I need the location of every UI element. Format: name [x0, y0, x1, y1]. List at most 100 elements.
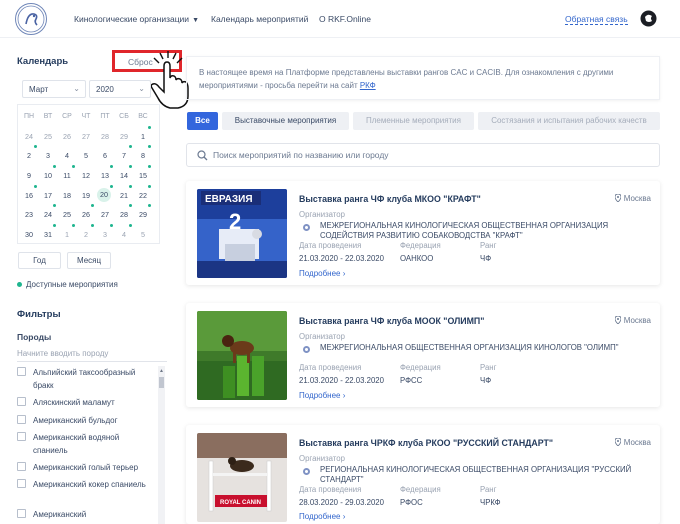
calendar-day[interactable]: 18 [59, 191, 75, 200]
calendar-day[interactable]: 21 [116, 191, 132, 200]
organizer-name[interactable]: МЕЖРЕГИОНАЛЬНАЯ ОБЩЕСТВЕННАЯ ОРГАНИЗАЦИЯ… [320, 343, 640, 353]
tab-shows[interactable]: Выставочные мероприятия [222, 112, 349, 130]
checkbox[interactable] [17, 415, 26, 424]
event-title[interactable]: Выставка ранга ЧРКФ клуба РКОО "РУССКИЙ … [299, 438, 553, 448]
tab-working-trials[interactable]: Состязания и испытания рабочих качеств [478, 112, 660, 130]
checkbox[interactable] [17, 432, 26, 441]
event-city: Москва [614, 194, 651, 203]
calendar-day[interactable]: 14 [116, 171, 132, 180]
checkbox[interactable] [17, 462, 26, 471]
rank-label: Ранг [480, 485, 497, 494]
calendar-day[interactable]: 12 [78, 171, 94, 180]
calendar-day[interactable]: 5 [78, 151, 94, 160]
calendar-day[interactable]: 27 [78, 132, 94, 141]
event-title[interactable]: Выставка ранга ЧФ клуба МКОО "КРАФТ" [299, 194, 481, 204]
top-header: Кинологические организации ▼ Календарь ме… [0, 0, 680, 38]
calendar-day[interactable]: 25 [59, 210, 75, 219]
calendar-day[interactable]: 24 [40, 210, 56, 219]
details-link[interactable]: Подробнее › [299, 269, 345, 278]
calendar-day[interactable]: 13 [97, 171, 113, 180]
calendar-day[interactable]: 26 [78, 210, 94, 219]
event-indicator-dot [148, 185, 151, 188]
calendar-day[interactable]: 6 [97, 151, 113, 160]
calendar-day[interactable]: 4 [116, 230, 132, 239]
calendar-day[interactable]: 16 [21, 191, 37, 200]
calendar-day[interactable]: 17 [40, 191, 56, 200]
calendar-day[interactable]: 3 [40, 151, 56, 160]
calendar-day-today[interactable]: 20 [97, 188, 111, 202]
nav-about-rkf[interactable]: О RKF.Online [319, 14, 371, 24]
calendar-day[interactable]: 9 [21, 171, 37, 180]
details-link[interactable]: Подробнее › [299, 512, 345, 521]
rkf-site-link[interactable]: РКФ [360, 81, 376, 90]
calendar-day[interactable]: 3 [97, 230, 113, 239]
calendar-day[interactable]: 4 [59, 151, 75, 160]
organizer-name[interactable]: РЕГИОНАЛЬНАЯ КИНОЛОГИЧЕСКАЯ ОБЩЕСТВЕННАЯ… [320, 465, 640, 485]
checkbox[interactable] [17, 397, 26, 406]
event-indicator-dot [72, 165, 75, 168]
month-select[interactable]: Март ⌄ [22, 80, 86, 98]
year-select[interactable]: 2020 ⌄ [89, 80, 151, 98]
calendar-day[interactable]: 24 [21, 132, 37, 141]
weekday-label: ВТ [43, 113, 53, 120]
details-link[interactable]: Подробнее › [299, 391, 345, 400]
calendar-day[interactable]: 8 [135, 151, 151, 160]
event-federation: ОАНКОО [400, 254, 434, 263]
feedback-link[interactable]: Обратная связь [565, 14, 628, 25]
event-title[interactable]: Выставка ранга ЧФ клуба МООК "ОЛИМП" [299, 316, 484, 326]
calendar-day[interactable]: 15 [135, 171, 151, 180]
event-indicator-dot [91, 224, 94, 227]
checkbox[interactable] [17, 479, 26, 488]
tab-breeding[interactable]: Племенные мероприятия [353, 112, 474, 130]
chevron-right-icon: › [342, 512, 346, 521]
calendar-day[interactable]: 30 [21, 230, 37, 239]
organizer-name[interactable]: МЕЖРЕГИОНАЛЬНАЯ КИНОЛОГИЧЕСКАЯ ОБЩЕСТВЕН… [320, 221, 640, 241]
year-view-button[interactable]: Год [18, 252, 61, 269]
calendar-day[interactable]: 10 [40, 171, 56, 180]
checkbox[interactable] [17, 367, 26, 376]
user-icon[interactable] [640, 10, 657, 27]
calendar-day[interactable]: 22 [135, 191, 151, 200]
event-city: Москва [614, 438, 651, 447]
calendar-day[interactable]: 29 [135, 210, 151, 219]
event-rank: ЧФ [480, 254, 492, 263]
breed-search-input[interactable]: Начните вводить породу [17, 346, 167, 362]
checkbox[interactable] [17, 509, 26, 518]
calendar-day[interactable]: 25 [40, 132, 56, 141]
weekday-label: ПТ [100, 113, 110, 120]
calendar-day[interactable]: 1 [59, 230, 75, 239]
calendar-day[interactable]: 5 [135, 230, 151, 239]
nav-events-calendar[interactable]: Календарь мероприятий [211, 14, 308, 24]
calendar-day[interactable]: 29 [116, 132, 132, 141]
calendar-day[interactable]: 27 [97, 210, 113, 219]
breeds-scrollbar[interactable]: ▲ [158, 366, 165, 524]
calendar-day[interactable]: 2 [78, 230, 94, 239]
event-dates: 21.03.2020 - 22.03.2020 [299, 376, 384, 385]
calendar-day[interactable]: 28 [97, 132, 113, 141]
calendar-day[interactable]: 23 [21, 210, 37, 219]
calendar-day[interactable]: 2 [21, 151, 37, 160]
month-view-button[interactable]: Месяц [67, 252, 111, 269]
event-image[interactable] [197, 311, 287, 400]
calendar-day[interactable]: 11 [59, 171, 75, 180]
scrollbar-thumb[interactable] [159, 377, 164, 388]
event-indicator-dot [72, 224, 75, 227]
rkf-logo-icon[interactable] [15, 3, 47, 35]
tab-all[interactable]: Все [187, 112, 218, 130]
event-search-input[interactable]: Поиск мероприятий по названию или городу [186, 143, 660, 167]
event-image[interactable]: ЕВРАЗИЯ 2 [197, 189, 287, 278]
eurasia-sign-text: ЕВРАЗИЯ [205, 194, 253, 205]
event-image[interactable]: ROYAL CANIN [197, 433, 287, 522]
event-indicator-dot [148, 145, 151, 148]
calendar-day[interactable]: 28 [116, 210, 132, 219]
calendar-day[interactable]: 26 [59, 132, 75, 141]
scroll-up-icon[interactable]: ▲ [159, 368, 164, 374]
nav-kennel-organizations[interactable]: Кинологические организации ▼ [74, 14, 199, 24]
calendar-day[interactable]: 19 [78, 191, 94, 200]
calendar-day[interactable]: 1 [135, 132, 151, 141]
event-indicator-dot [129, 145, 132, 148]
event-indicator-dot [129, 204, 132, 207]
calendar-day[interactable]: 7 [116, 151, 132, 160]
federation-label: Федерация [400, 363, 441, 372]
calendar-day[interactable]: 31 [40, 230, 56, 239]
